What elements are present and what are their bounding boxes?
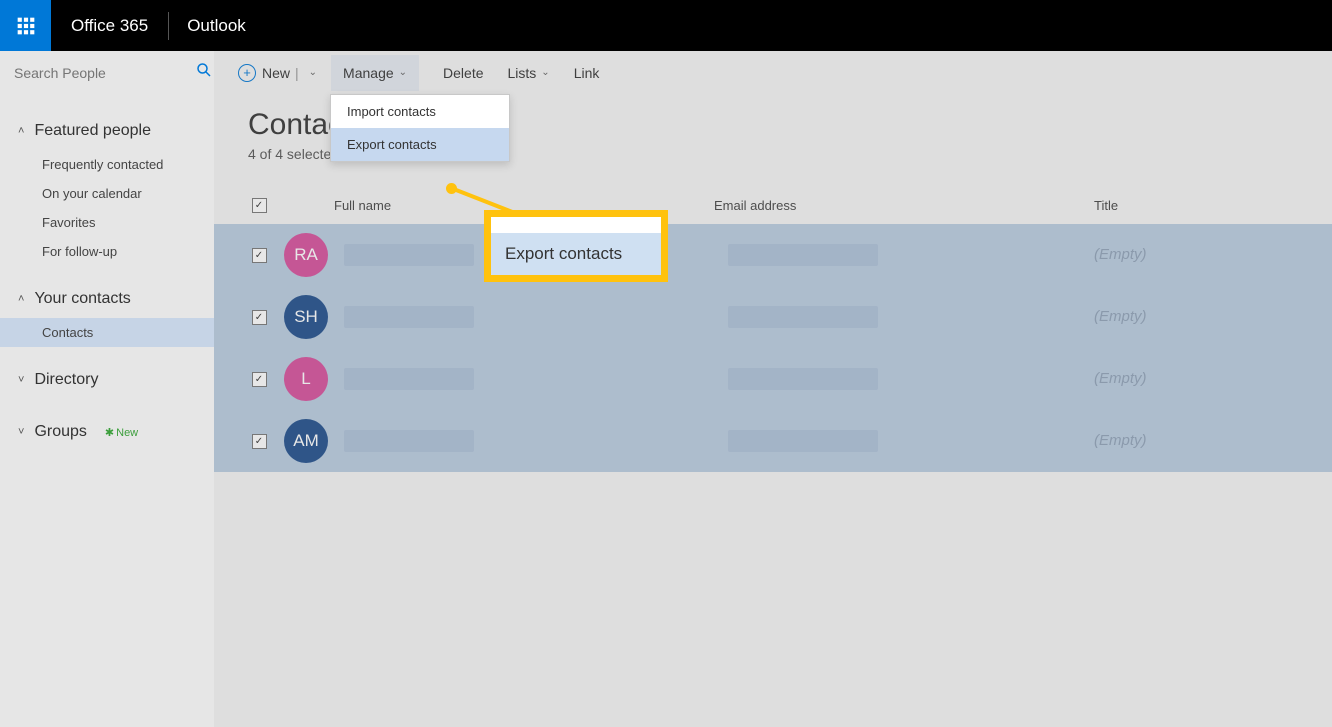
toolbar: + New | ⌄ Manage ⌄ Delete Lists ⌄ Link — [214, 51, 1332, 94]
dropdown-export-contacts[interactable]: Export contacts — [331, 128, 509, 161]
redacted-name — [344, 430, 474, 452]
nav-item-contacts[interactable]: Contacts — [0, 318, 214, 347]
nav: ˄ Featured people Frequently contacted O… — [0, 94, 214, 451]
table-row[interactable]: ✓ SH (Empty) — [214, 286, 1332, 348]
new-label: New — [262, 65, 290, 81]
chevron-down-icon: ⌄ — [309, 67, 317, 78]
table-row[interactable]: ✓ L (Empty) — [214, 348, 1332, 410]
nav-item-frequently-contacted[interactable]: Frequently contacted — [0, 150, 214, 179]
row-checkbox[interactable]: ✓ — [252, 248, 267, 263]
search-icon[interactable] — [195, 61, 213, 84]
new-button[interactable]: + New | ⌄ — [238, 64, 317, 82]
empty-title: (Empty) — [1094, 370, 1147, 387]
redacted-email — [728, 244, 878, 266]
main: + New | ⌄ Manage ⌄ Delete Lists ⌄ Link I… — [214, 51, 1332, 727]
select-all-checkbox[interactable]: ✓ — [252, 198, 267, 213]
row-checkbox[interactable]: ✓ — [252, 310, 267, 325]
star-icon: ✱ — [105, 427, 114, 439]
redacted-name — [344, 244, 474, 266]
callout-box: Export contacts — [484, 210, 668, 282]
waffle-icon — [16, 16, 36, 36]
chevron-down-icon: ˅ — [18, 374, 24, 386]
link-button[interactable]: Link — [574, 65, 600, 81]
brand-label[interactable]: Office 365 — [51, 16, 168, 36]
redacted-email — [728, 430, 878, 452]
manage-label: Manage — [343, 65, 394, 81]
search-row — [0, 51, 214, 94]
chevron-down-icon: ˅ — [18, 426, 24, 438]
manage-dropdown: Import contacts Export contacts — [330, 94, 510, 162]
nav-item-on-your-calendar[interactable]: On your calendar — [0, 179, 214, 208]
nav-group-your-contacts[interactable]: ˄ Your contacts — [0, 280, 214, 318]
contacts-table: ✓ Full name Email address Title ✓ RA (Empt… — [214, 186, 1332, 472]
lists-label: Lists — [508, 65, 537, 81]
row-checkbox[interactable]: ✓ — [252, 372, 267, 387]
manage-button[interactable]: Manage ⌄ — [331, 55, 419, 91]
avatar: AM — [284, 419, 328, 463]
empty-title: (Empty) — [1094, 308, 1147, 325]
plus-circle-icon: + — [238, 64, 256, 82]
nav-group-label: Your contacts — [34, 290, 130, 308]
dropdown-import-contacts[interactable]: Import contacts — [331, 95, 509, 128]
split-divider: | — [295, 65, 299, 81]
avatar: L — [284, 357, 328, 401]
search-input[interactable] — [14, 65, 195, 81]
new-badge: ✱New — [105, 426, 138, 439]
nav-group-label: Directory — [34, 371, 98, 389]
top-bar: Office 365 Outlook — [0, 0, 1332, 51]
nav-group-label: Groups — [34, 423, 86, 441]
lists-button[interactable]: Lists ⌄ — [508, 65, 550, 81]
empty-title: (Empty) — [1094, 432, 1147, 449]
redacted-email — [728, 306, 878, 328]
sidebar: ˄ Featured people Frequently contacted O… — [0, 51, 214, 727]
nav-item-for-follow-up[interactable]: For follow-up — [0, 237, 214, 266]
redacted-name — [344, 368, 474, 390]
avatar: SH — [284, 295, 328, 339]
nav-group-groups[interactable]: ˅ Groups ✱New — [0, 413, 214, 451]
col-header-email[interactable]: Email address — [714, 198, 1094, 213]
nav-group-featured-people[interactable]: ˄ Featured people — [0, 112, 214, 150]
app-launcher-button[interactable] — [0, 0, 51, 51]
nav-group-label: Featured people — [34, 122, 151, 140]
nav-group-directory[interactable]: ˅ Directory — [0, 361, 214, 399]
redacted-name — [344, 306, 474, 328]
redacted-email — [728, 368, 878, 390]
app-label[interactable]: Outlook — [169, 16, 264, 36]
delete-button[interactable]: Delete — [443, 65, 483, 81]
table-header-row: ✓ Full name Email address Title — [214, 186, 1332, 224]
row-checkbox[interactable]: ✓ — [252, 434, 267, 449]
table-row[interactable]: ✓ AM (Empty) — [214, 410, 1332, 472]
col-header-title[interactable]: Title — [1094, 198, 1312, 213]
chevron-up-icon: ˄ — [18, 125, 24, 137]
chevron-up-icon: ˄ — [18, 293, 24, 305]
table-row[interactable]: ✓ RA (Empty) — [214, 224, 1332, 286]
nav-item-favorites[interactable]: Favorites — [0, 208, 214, 237]
empty-title: (Empty) — [1094, 246, 1147, 263]
avatar: RA — [284, 233, 328, 277]
chevron-down-icon: ⌄ — [399, 67, 407, 78]
chevron-down-icon: ⌄ — [541, 67, 549, 78]
callout-label: Export contacts — [491, 233, 661, 275]
